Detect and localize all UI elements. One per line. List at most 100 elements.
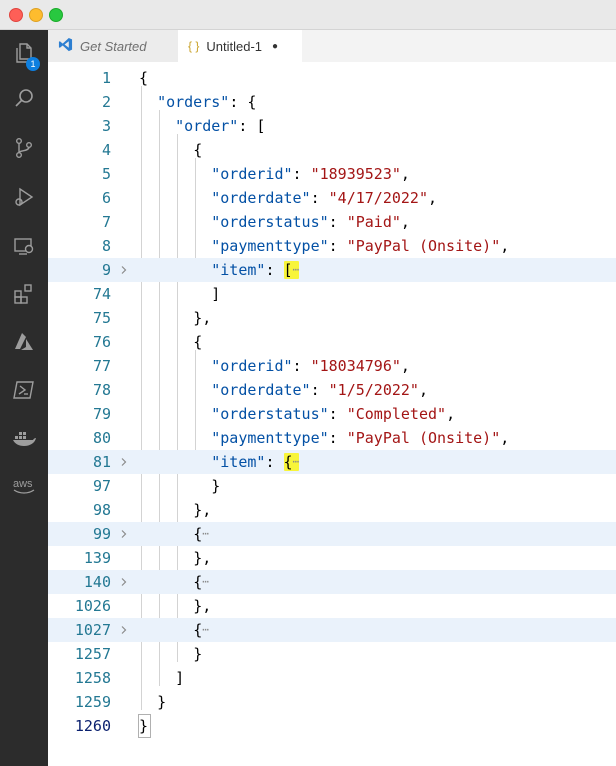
code-text: "orderid": "18034796", xyxy=(211,357,410,375)
source-control-icon[interactable] xyxy=(0,128,48,168)
code-text: { xyxy=(139,69,149,87)
code-line[interactable]: 75 }, xyxy=(48,306,616,330)
code-line[interactable]: 1{ xyxy=(48,66,616,90)
folded-code-line[interactable]: 1027 {⋯ xyxy=(48,618,616,642)
window-titlebar xyxy=(0,0,616,30)
code-line[interactable]: 6 "orderdate": "4/17/2022", xyxy=(48,186,616,210)
close-window-button[interactable] xyxy=(9,8,23,22)
vscode-logo-icon xyxy=(58,37,73,55)
fold-chevron-right-icon[interactable] xyxy=(119,577,129,587)
code-line[interactable]: 76 { xyxy=(48,330,616,354)
tab-label: Get Started xyxy=(80,38,147,54)
code-text: } xyxy=(211,477,221,495)
code-line[interactable]: 98 }, xyxy=(48,498,616,522)
line-number: 75 xyxy=(92,309,111,327)
tab-untitled-1[interactable]: { } Untitled-1 ● xyxy=(178,30,302,62)
code-text: } xyxy=(139,717,149,735)
code-line[interactable]: 1258 ] xyxy=(48,666,616,690)
powershell-icon[interactable] xyxy=(0,370,48,410)
tab-label: Untitled-1 xyxy=(206,38,262,54)
aws-icon[interactable]: aws xyxy=(0,466,48,506)
folded-code-line[interactable]: 9 "item": [⋯ xyxy=(48,258,616,282)
line-number: 3 xyxy=(101,117,111,135)
run-debug-icon[interactable] xyxy=(0,177,48,217)
azure-icon[interactable] xyxy=(0,322,48,362)
matched-bracket-highlight: [⋯ xyxy=(283,261,300,279)
code-line[interactable]: 7 "orderstatus": "Paid", xyxy=(48,210,616,234)
docker-icon[interactable] xyxy=(0,418,48,458)
code-line[interactable]: 1026 }, xyxy=(48,594,616,618)
line-number: 4 xyxy=(101,141,111,159)
minimize-window-button[interactable] xyxy=(29,8,43,22)
line-number: 97 xyxy=(92,477,111,495)
line-number: 76 xyxy=(92,333,111,351)
code-line[interactable]: 79 "orderstatus": "Completed", xyxy=(48,402,616,426)
code-text: { xyxy=(193,333,203,351)
code-editor[interactable]: 1{2 "orders": {3 "order": [4 {5 "orderid… xyxy=(48,62,616,766)
tab-get-started[interactable]: Get Started xyxy=(48,30,178,62)
code-line[interactable]: 139 }, xyxy=(48,546,616,570)
code-line[interactable]: 5 "orderid": "18939523", xyxy=(48,162,616,186)
code-text: "orderstatus": "Paid", xyxy=(211,213,410,231)
code-line[interactable]: 2 "orders": { xyxy=(48,90,616,114)
code-text: }, xyxy=(193,309,212,327)
line-number: 1027 xyxy=(74,621,111,639)
code-text: ] xyxy=(175,669,185,687)
explorer-badge: 1 xyxy=(26,57,40,71)
code-text: "orderdate": "1/5/2022", xyxy=(211,381,428,399)
explorer-icon[interactable]: 1 xyxy=(0,33,48,73)
extensions-icon[interactable] xyxy=(0,274,48,314)
code-text: "paymenttype": "PayPal (Onsite)", xyxy=(211,429,510,447)
code-text: "orders": { xyxy=(157,93,257,111)
search-icon[interactable] xyxy=(0,78,48,118)
code-text: {⋯ xyxy=(193,525,209,543)
line-number: 99 xyxy=(92,525,111,543)
code-text: "orderid": "18939523", xyxy=(211,165,410,183)
line-number: 2 xyxy=(101,93,111,111)
code-line[interactable]: 1259 } xyxy=(48,690,616,714)
code-line[interactable]: 3 "order": [ xyxy=(48,114,616,138)
line-number: 1026 xyxy=(74,597,111,615)
code-text: } xyxy=(157,693,167,711)
fold-chevron-right-icon[interactable] xyxy=(119,265,129,275)
activity-bar: 1 aws xyxy=(0,30,48,766)
code-line[interactable]: 4 { xyxy=(48,138,616,162)
editor-tab-bar: Get Started { } Untitled-1 ● xyxy=(48,30,616,63)
code-text: }, xyxy=(193,501,212,519)
code-text: "paymenttype": "PayPal (Onsite)", xyxy=(211,237,510,255)
line-number: 140 xyxy=(83,573,111,591)
svg-text:aws: aws xyxy=(13,478,33,490)
line-number: 5 xyxy=(101,165,111,183)
code-line[interactable]: 8 "paymenttype": "PayPal (Onsite)", xyxy=(48,234,616,258)
code-line[interactable]: 97 } xyxy=(48,474,616,498)
matched-bracket-highlight: {⋯ xyxy=(283,453,300,471)
code-text: "orderstatus": "Completed", xyxy=(211,405,456,423)
code-text: {⋯ xyxy=(193,573,209,591)
code-line[interactable]: 78 "orderdate": "1/5/2022", xyxy=(48,378,616,402)
folded-code-line[interactable]: 99 {⋯ xyxy=(48,522,616,546)
code-line[interactable]: 77 "orderid": "18034796", xyxy=(48,354,616,378)
line-number: 79 xyxy=(92,405,111,423)
unsaved-dot-icon[interactable]: ● xyxy=(272,41,278,52)
remote-explorer-icon[interactable] xyxy=(0,226,48,266)
code-text: { xyxy=(193,141,203,159)
code-line[interactable]: 1257 } xyxy=(48,642,616,666)
code-text: ] xyxy=(211,285,221,303)
zoom-window-button[interactable] xyxy=(49,8,63,22)
code-text: "order": [ xyxy=(175,117,266,135)
line-number: 7 xyxy=(101,213,111,231)
fold-chevron-right-icon[interactable] xyxy=(119,457,129,467)
folded-code-line[interactable]: 140 {⋯ xyxy=(48,570,616,594)
code-line[interactable]: 74 ] xyxy=(48,282,616,306)
code-line[interactable]: 1260} xyxy=(48,714,616,738)
code-text: }, xyxy=(193,597,212,615)
folded-code-line[interactable]: 81 "item": {⋯ xyxy=(48,450,616,474)
code-text: }, xyxy=(193,549,212,567)
fold-chevron-right-icon[interactable] xyxy=(119,625,129,635)
code-line[interactable]: 80 "paymenttype": "PayPal (Onsite)", xyxy=(48,426,616,450)
code-text: } xyxy=(193,645,203,663)
line-number: 9 xyxy=(101,261,111,279)
line-number: 1260 xyxy=(74,717,111,735)
fold-chevron-right-icon[interactable] xyxy=(119,529,129,539)
line-number: 80 xyxy=(92,429,111,447)
